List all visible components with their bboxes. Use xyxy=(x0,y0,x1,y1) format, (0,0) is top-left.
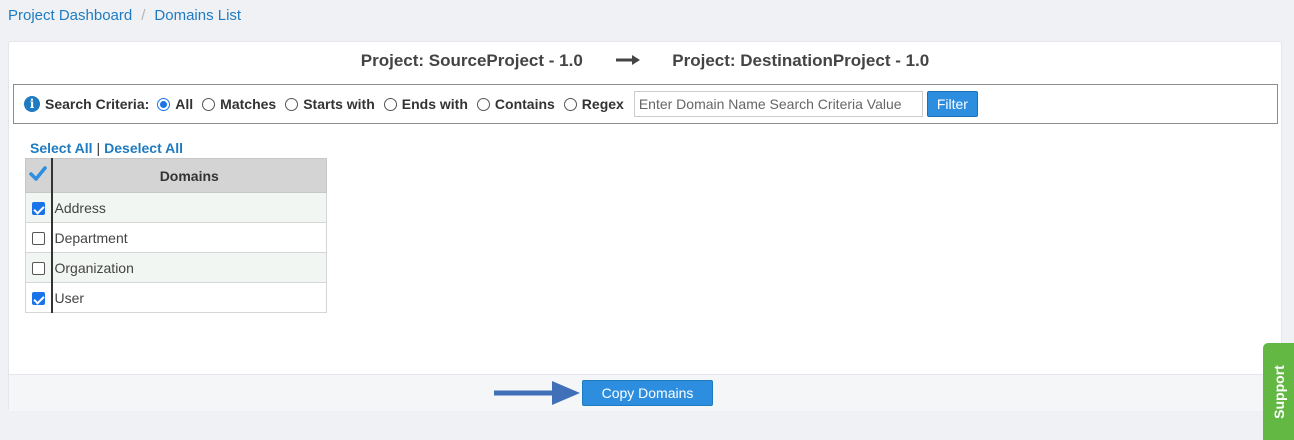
row-check-cell xyxy=(25,282,53,313)
table-row: Organization xyxy=(25,252,327,283)
radio-all[interactable] xyxy=(157,97,171,111)
selection-separator: | xyxy=(96,140,101,156)
radio-option-contains[interactable]: Contains xyxy=(476,96,555,112)
row-checkbox[interactable] xyxy=(31,292,45,306)
project-header: Project: SourceProject - 1.0 Project: De… xyxy=(9,51,1281,72)
radio-option-ends-with[interactable]: Ends with xyxy=(383,96,468,112)
row-check-cell xyxy=(25,252,53,283)
domain-name: Organization xyxy=(51,252,327,283)
domain-name: Department xyxy=(51,222,327,253)
domain-search-input[interactable] xyxy=(633,91,923,117)
table-header-row: Domains xyxy=(25,158,327,193)
domains-table: Domains Address Department Organization … xyxy=(25,158,327,313)
radio-ends-with[interactable] xyxy=(383,97,397,111)
domains-column-header: Domains xyxy=(51,158,327,193)
radio-option-all[interactable]: All xyxy=(157,96,193,112)
radio-option-matches[interactable]: Matches xyxy=(202,96,276,112)
row-checkbox[interactable] xyxy=(31,232,45,246)
copy-domains-button[interactable]: Copy Domains xyxy=(582,380,713,406)
radio-label: All xyxy=(175,96,194,112)
table-row: User xyxy=(25,282,327,313)
deselect-all-link[interactable]: Deselect All xyxy=(104,140,183,156)
breadcrumb-separator: / xyxy=(141,7,146,24)
support-label: Support xyxy=(1270,364,1287,419)
radio-option-regex[interactable]: Regex xyxy=(563,96,624,112)
table-row: Address xyxy=(25,192,327,223)
radio-label: Starts with xyxy=(303,96,375,112)
row-check-cell xyxy=(25,192,53,223)
destination-project-title: Project: DestinationProject - 1.0 xyxy=(672,51,930,70)
search-criteria-bar: i Search Criteria: All Matches Starts wi… xyxy=(13,84,1278,124)
search-criteria-label: Search Criteria: xyxy=(45,96,150,112)
selection-links: Select All | Deselect All xyxy=(30,140,183,156)
info-icon[interactable]: i xyxy=(24,96,40,112)
table-row: Department xyxy=(25,222,327,253)
row-checkbox[interactable] xyxy=(31,202,45,216)
breadcrumb-domains-list[interactable]: Domains List xyxy=(154,7,241,24)
header-check-cell[interactable] xyxy=(25,158,53,193)
breadcrumb-project-dashboard[interactable]: Project Dashboard xyxy=(8,7,132,24)
support-tab[interactable]: Support xyxy=(1263,343,1294,440)
pointer-arrow-icon xyxy=(494,379,584,412)
panel-footer: Copy Domains xyxy=(9,374,1281,411)
domain-name: User xyxy=(51,282,327,313)
radio-starts-with[interactable] xyxy=(285,97,299,111)
domain-name: Address xyxy=(51,192,327,223)
radio-matches[interactable] xyxy=(202,97,216,111)
radio-contains[interactable] xyxy=(476,97,490,111)
radio-label: Ends with xyxy=(401,96,468,112)
main-panel: Project: SourceProject - 1.0 Project: De… xyxy=(8,41,1282,411)
row-checkbox[interactable] xyxy=(31,262,45,276)
checkmark-icon[interactable] xyxy=(29,166,47,185)
select-all-link[interactable]: Select All xyxy=(30,140,93,156)
radio-option-starts-with[interactable]: Starts with xyxy=(285,96,375,112)
row-check-cell xyxy=(25,222,53,253)
radio-regex[interactable] xyxy=(563,97,577,111)
radio-label: Regex xyxy=(581,96,624,112)
radio-label: Matches xyxy=(220,96,277,112)
radio-label: Contains xyxy=(494,96,555,112)
breadcrumb: Project Dashboard / Domains List xyxy=(8,7,241,24)
filter-button[interactable]: Filter xyxy=(926,91,978,117)
long-right-arrow-icon xyxy=(615,50,640,70)
source-project-title: Project: SourceProject - 1.0 xyxy=(360,51,583,70)
